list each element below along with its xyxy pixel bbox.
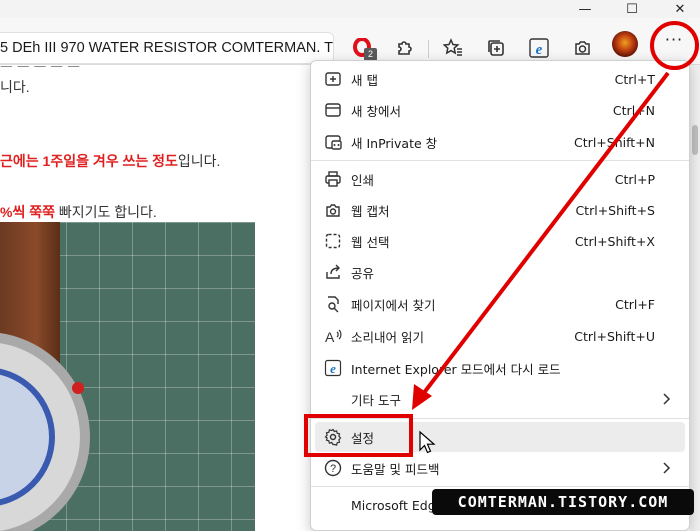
page-text-line-2: 근에는 1주일을 겨우 쓰는 정도입니다. [0, 151, 220, 171]
menu-separator [311, 486, 689, 487]
page-text-line-3: %씩 쭉쭉 빠지기도 합니다. [0, 202, 157, 222]
menu-item-label: 도움말 및 피드백 [351, 461, 440, 477]
chevron-right-icon [663, 393, 671, 405]
maximize-button[interactable]: ☐ [612, 0, 652, 18]
svg-text:e: e [536, 42, 543, 58]
ie-mode-icon: e [323, 358, 343, 378]
ie-mode-icon: e [529, 38, 549, 58]
title-bar: — ☐ ✕ [0, 0, 700, 18]
favorites-button[interactable] [440, 35, 466, 61]
menu-item-label: 기타 도구 [351, 392, 401, 408]
page-scrollbar[interactable] [690, 65, 700, 531]
menu-item-find-on-page[interactable]: 페이지에서 찾기 Ctrl+F [315, 289, 685, 319]
menu-item-shortcut: Ctrl+P [614, 171, 655, 187]
maximize-icon: ☐ [626, 1, 638, 17]
ie-mode-button[interactable]: e [526, 35, 552, 61]
menu-item-print[interactable]: 인쇄 Ctrl+P [315, 164, 685, 194]
page-text-line-2-highlight: 근에는 1주일을 겨우 쓰는 정도 [0, 153, 178, 169]
watch-red-button [72, 382, 84, 394]
svg-text:A: A [325, 329, 335, 345]
menu-item-label: 새 탭 [351, 72, 378, 88]
menu-separator [311, 160, 689, 161]
extensions-button[interactable] [392, 35, 418, 61]
menu-item-label: 웹 캡처 [351, 203, 390, 219]
menu-item-shortcut: Ctrl+T [614, 71, 655, 87]
menu-item-label: 공유 [351, 265, 375, 281]
browser-toolbar: 5 DEh III 970 WATER RESISTOR COMTERMAN. … [0, 18, 700, 65]
read-aloud-icon: A [323, 326, 343, 346]
profile-avatar[interactable] [612, 31, 638, 57]
menu-item-label: 소리내어 읽기 [351, 329, 424, 345]
menu-item-more-tools[interactable]: 기타 도구 [315, 384, 685, 414]
close-button[interactable]: ✕ [660, 0, 700, 18]
web-capture-button[interactable] [569, 35, 595, 61]
share-icon [323, 262, 343, 282]
new-window-icon [323, 100, 343, 120]
page-text-line-3-highlight: %씩 쭉쭉 [0, 204, 55, 220]
menu-item-shortcut: Ctrl+Shift+S [575, 202, 655, 218]
menu-item-reload-in-ie-mode[interactable]: e Internet Explorer 모드에서 다시 로드 [315, 353, 685, 383]
svg-text:?: ? [330, 463, 336, 475]
menu-item-shortcut: Ctrl+Shift+X [574, 233, 655, 249]
menu-item-label: 새 창에서 [351, 103, 401, 119]
menu-item-share[interactable]: 공유 [315, 257, 685, 287]
svg-text:e: e [330, 361, 336, 376]
menu-item-web-select[interactable]: 웹 선택 Ctrl+Shift+X [315, 226, 685, 256]
address-bar[interactable]: 5 DEh III 970 WATER RESISTOR COMTERMAN. … [0, 32, 334, 64]
menu-item-label: Microsoft Edge [351, 497, 444, 513]
page-text-line-2-rest: 입니다. [177, 153, 221, 169]
help-icon: ? [323, 458, 343, 478]
favorites-star-icon [443, 38, 462, 56]
collections-button[interactable] [483, 35, 509, 61]
scrollbar-thumb[interactable] [692, 125, 698, 155]
menu-item-shortcut: Ctrl+F [615, 296, 655, 312]
minimize-button[interactable]: — [565, 0, 605, 18]
watch-photo [0, 222, 255, 531]
opera-extension-button[interactable]: 2 [350, 35, 377, 61]
print-icon [323, 169, 343, 189]
minimize-icon: — [578, 1, 592, 17]
menu-item-label: Internet Explorer 모드에서 다시 로드 [351, 361, 561, 377]
menu-item-new-tab[interactable]: 새 탭 Ctrl+T [315, 64, 685, 94]
page-text-line-1: 니다. [0, 79, 30, 95]
collections-icon [488, 40, 504, 56]
close-icon: ✕ [674, 1, 686, 17]
menu-item-web-capture[interactable]: 웹 캡처 Ctrl+Shift+S [315, 195, 685, 225]
web-capture-icon [575, 41, 590, 55]
puzzle-icon [398, 41, 412, 55]
inprivate-icon [323, 132, 343, 152]
menu-item-help-and-feedback[interactable]: ? 도움말 및 피드백 [315, 453, 685, 483]
new-tab-icon [323, 69, 343, 89]
menu-item-shortcut: Ctrl+Shift+U [574, 328, 655, 344]
menu-item-shortcut: Ctrl+N [612, 102, 655, 118]
menu-item-label: 웹 선택 [351, 234, 390, 250]
menu-item-label: 새 InPrivate 창 [351, 135, 438, 151]
menu-item-shortcut: Ctrl+Shift+N [574, 134, 655, 150]
annotation-circle-more-button [650, 21, 699, 70]
chevron-right-icon [663, 462, 671, 474]
page-text-line-3-rest: 빠지기도 합니다. [54, 204, 157, 220]
menu-item-read-aloud[interactable]: A 소리내어 읽기 Ctrl+Shift+U [315, 321, 685, 351]
annotation-box-settings [304, 414, 413, 457]
web-capture-icon [323, 200, 343, 220]
menu-item-label: 페이지에서 찾기 [351, 297, 436, 313]
menu-item-new-inprivate-window[interactable]: 새 InPrivate 창 Ctrl+Shift+N [315, 127, 685, 157]
mouse-cursor-icon [419, 430, 436, 454]
find-on-page-icon [323, 294, 343, 314]
menu-item-new-window[interactable]: 새 창에서 Ctrl+N [315, 95, 685, 125]
web-select-icon [323, 231, 343, 251]
watermark: COMTERMAN.TISTORY.COM [432, 489, 694, 515]
menu-item-label: 인쇄 [351, 172, 375, 188]
settings-and-more-menu: 새 탭 Ctrl+T 새 창에서 Ctrl+N 새 InPrivate 창 Ct… [310, 60, 690, 531]
toolbar-divider [428, 40, 429, 58]
page-faded-line: ㅡ ㅡ ㅡ ㅡ ㅡ [0, 65, 80, 75]
address-text: 5 DEh III 970 WATER RESISTOR COMTERMAN. … [0, 40, 334, 56]
watch-face [0, 367, 55, 507]
